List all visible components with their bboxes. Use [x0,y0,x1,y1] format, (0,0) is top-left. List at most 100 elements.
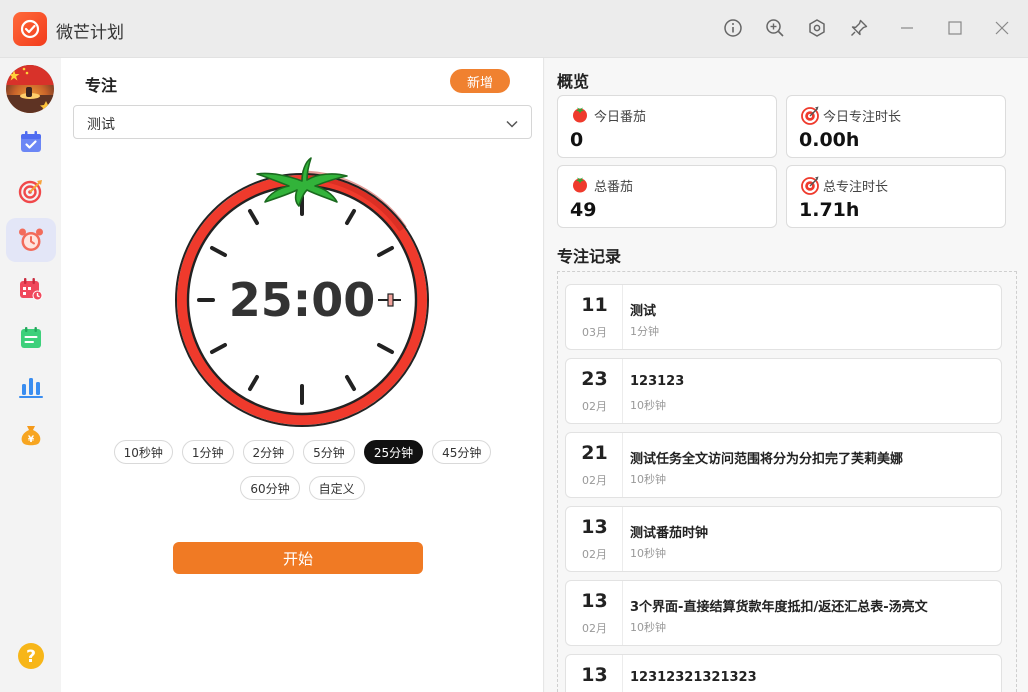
record-date: 13 02月 [566,581,623,645]
target-icon [800,105,820,129]
record-day: 13 [581,664,608,686]
sidebar-item-todo[interactable] [6,120,56,164]
sidebar-item-schedule[interactable] [6,267,56,311]
record-title: 测试番茄时钟 [630,526,709,541]
stats-icon [19,378,43,398]
record-date: 23 02月 [566,359,623,423]
record-date: 11 03月 [566,285,623,349]
timer-display: 25:00 [229,273,375,327]
chevron-down-icon [505,116,519,135]
record-date: 21 02月 [566,433,623,497]
sidebar: ¥ ? [0,58,61,692]
stat-card-today-duration: 今日专注时长 0.00h [786,95,1006,158]
tomato-icon [571,105,589,127]
record-month: 02月 [582,400,607,413]
stat-label: 今日专注时长 [823,110,902,125]
stat-value: 0.00h [799,129,860,151]
avatar[interactable] [6,65,54,113]
record-day: 13 [581,590,608,612]
record-title: 测试 [630,304,657,319]
duration-chip[interactable]: 1分钟 [181,440,234,464]
stat-value: 0 [570,129,584,151]
record-month: 02月 [582,474,607,487]
add-task-button[interactable]: 新增 [450,69,510,93]
records-title: 专注记录 [557,247,622,266]
calendar-schedule-icon [20,278,43,301]
list-item[interactable]: 13 02月 3个界面-直接结算货款年度抵扣/返还汇总表-汤亮文 10秒钟 [565,580,1002,646]
record-month: 03月 [582,326,607,339]
duration-chip-custom[interactable]: 自定义 [308,476,365,500]
stat-label: 总番茄 [594,180,634,195]
duration-chip[interactable]: 45分钟 [432,440,492,464]
record-month: 02月 [582,622,607,635]
duration-chips-row-1: 10秒钟 1分钟 2分钟 5分钟 25分钟 45分钟 [61,440,544,464]
task-select[interactable]: 测试 [73,105,532,139]
stat-label: 今日番茄 [594,110,647,125]
tomato-icon [571,175,589,197]
stat-card-total-duration: 总专注时长 1.71h [786,165,1006,228]
duration-chip[interactable]: 10秒钟 [113,440,173,464]
record-day: 11 [581,294,608,316]
list-item[interactable]: 11 03月 测试 1分钟 [565,284,1002,350]
list-item[interactable]: 13 12312321321323 [565,654,1002,692]
sidebar-item-money[interactable]: ¥ [6,414,56,458]
record-day: 23 [581,368,608,390]
record-duration: 10秒钟 [630,473,666,486]
duration-chip-selected[interactable]: 25分钟 [363,440,424,464]
record-date: 13 02月 [566,507,623,571]
minimize-icon[interactable] [896,17,918,39]
record-day: 13 [581,516,608,538]
focus-panel: 专注 新增 测试 25:00 10秒钟 1分钟 2分钟 5分钟 25分钟 45分… [61,58,544,692]
record-month: 02月 [582,548,607,561]
close-icon[interactable] [991,17,1013,39]
svg-text:¥: ¥ [28,435,35,445]
calendar-check-icon [21,131,41,152]
help-icon: ? [18,643,44,669]
target-icon [18,180,42,204]
list-item[interactable]: 23 02月 123123 10秒钟 [565,358,1002,424]
stat-value: 49 [570,199,597,221]
svg-text:?: ? [26,647,36,667]
tomato-timer: 25:00 [171,150,433,430]
sidebar-item-stats[interactable] [6,365,56,409]
task-select-value: 测试 [87,117,115,133]
record-duration: 1分钟 [630,325,659,338]
duration-chips-row-2: 60分钟 自定义 [61,476,544,500]
help-button[interactable]: ? [6,634,56,678]
info-icon[interactable] [722,17,744,39]
sidebar-item-notes[interactable] [6,316,56,360]
sidebar-item-focus[interactable] [6,218,56,262]
money-bag-icon: ¥ [21,426,41,446]
record-duration: 10秒钟 [630,399,666,412]
focus-title: 专注 [85,76,118,95]
zoom-icon[interactable] [764,17,786,39]
duration-chip[interactable]: 60分钟 [240,476,300,500]
stat-value: 1.71h [799,199,860,221]
app-title: 微芒计划 [56,23,124,43]
overview-panel: 概览 今日番茄 0 今日专注时长 0.00h 总番茄 49 总专注时长 1.71… [545,58,1028,692]
start-button[interactable]: 开始 [173,542,423,574]
duration-chip[interactable]: 5分钟 [303,440,355,464]
record-title: 12312321321323 [630,670,757,685]
settings-icon[interactable] [806,17,828,39]
alarm-clock-icon [19,228,43,251]
record-day: 21 [581,442,608,464]
overview-title: 概览 [557,72,590,91]
record-date: 13 [566,655,623,692]
maximize-icon[interactable] [944,17,966,39]
record-duration: 10秒钟 [630,621,666,634]
record-duration: 10秒钟 [630,547,666,560]
title-bar: 微芒计划 [0,0,1028,58]
pin-icon[interactable] [848,17,870,39]
record-title: 3个界面-直接结算货款年度抵扣/返还汇总表-汤亮文 [630,600,928,615]
stat-card-today-tomato: 今日番茄 0 [557,95,777,158]
record-title: 123123 [630,374,685,389]
duration-chip[interactable]: 2分钟 [242,440,295,464]
target-icon [800,175,820,199]
list-item[interactable]: 13 02月 测试番茄时钟 10秒钟 [565,506,1002,572]
sidebar-item-goals[interactable] [6,169,56,213]
notes-icon [21,327,41,348]
record-title: 测试任务全文访问范围将分为分扣完了芙莉美娜 [630,452,904,467]
focus-records-list[interactable]: 11 03月 测试 1分钟 23 02月 123123 10秒钟 21 02月 … [557,271,1017,692]
list-item[interactable]: 21 02月 测试任务全文访问范围将分为分扣完了芙莉美娜 10秒钟 [565,432,1002,498]
